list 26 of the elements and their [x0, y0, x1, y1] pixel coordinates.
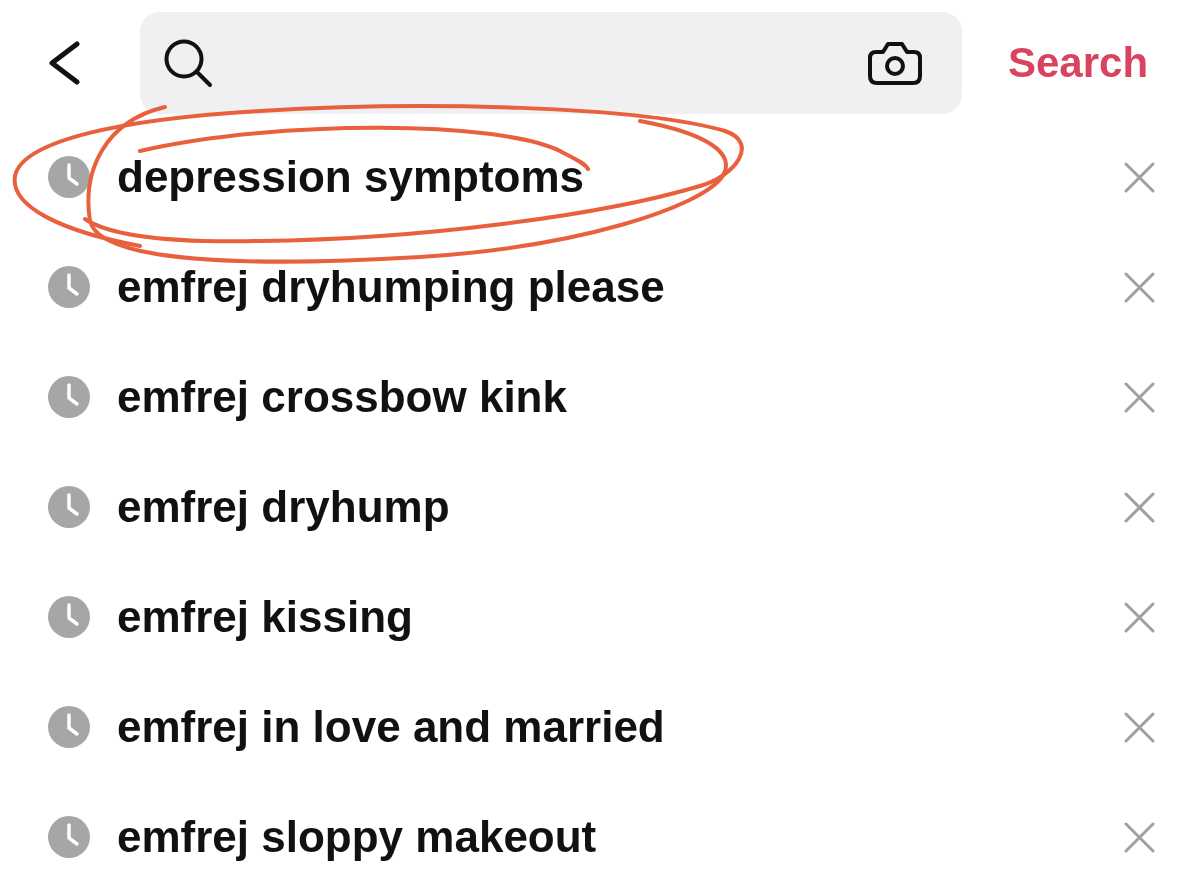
close-icon[interactable]	[1124, 491, 1155, 523]
recent-search-text[interactable]: depression symptoms	[117, 150, 585, 204]
camera-icon[interactable]	[868, 40, 922, 86]
clock-icon	[48, 266, 90, 308]
close-icon[interactable]	[1124, 711, 1155, 743]
recent-search-text[interactable]: emfrej crossbow kink	[117, 370, 567, 424]
clock-icon	[48, 596, 90, 638]
clock-icon	[48, 816, 90, 858]
clock-icon	[48, 486, 90, 528]
recent-search-text[interactable]: emfrej kissing	[117, 590, 413, 644]
recent-search-text[interactable]: emfrej dryhumping please	[117, 260, 665, 314]
close-icon[interactable]	[1124, 161, 1155, 193]
recent-search-text[interactable]: emfrej in love and married	[117, 700, 665, 754]
clock-icon	[48, 376, 90, 418]
search-icon	[163, 38, 213, 88]
close-icon[interactable]	[1124, 271, 1155, 303]
close-icon[interactable]	[1124, 381, 1155, 413]
recent-search-text[interactable]: emfrej dryhump	[117, 480, 450, 534]
recent-search-text[interactable]: emfrej sloppy makeout	[117, 810, 597, 864]
search-button[interactable]: Search	[1008, 39, 1149, 87]
search-field[interactable]	[140, 12, 962, 114]
close-icon[interactable]	[1124, 601, 1155, 633]
clock-icon	[48, 706, 90, 748]
clock-icon	[48, 156, 90, 198]
close-icon[interactable]	[1124, 821, 1155, 853]
back-chevron-icon[interactable]	[47, 41, 81, 85]
